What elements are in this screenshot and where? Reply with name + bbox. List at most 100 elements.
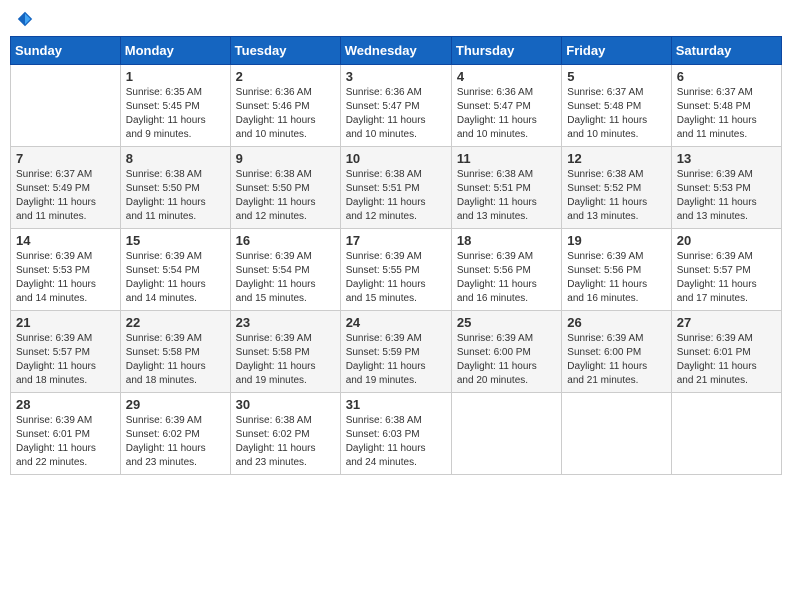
day-number: 23 <box>236 315 335 330</box>
day-number: 7 <box>16 151 115 166</box>
day-info: Sunrise: 6:39 AM Sunset: 6:02 PM Dayligh… <box>126 414 225 470</box>
day-info: Sunrise: 6:39 AM Sunset: 5:53 PM Dayligh… <box>677 168 776 224</box>
calendar-week-row: 14 Sunrise: 6:39 AM Sunset: 5:53 PM Dayli… <box>11 229 782 311</box>
day-number: 5 <box>567 69 665 84</box>
calendar-cell: 7 Sunrise: 6:37 AM Sunset: 5:49 PM Daylig… <box>11 147 121 229</box>
calendar-cell: 22 Sunrise: 6:39 AM Sunset: 5:58 PM Dayli… <box>120 311 230 393</box>
calendar-cell: 9 Sunrise: 6:38 AM Sunset: 5:50 PM Daylig… <box>230 147 340 229</box>
day-info: Sunrise: 6:38 AM Sunset: 5:50 PM Dayligh… <box>236 168 335 224</box>
calendar-cell: 10 Sunrise: 6:38 AM Sunset: 5:51 PM Dayli… <box>340 147 451 229</box>
day-info: Sunrise: 6:38 AM Sunset: 6:03 PM Dayligh… <box>346 414 446 470</box>
calendar-cell: 24 Sunrise: 6:39 AM Sunset: 5:59 PM Dayli… <box>340 311 451 393</box>
day-number: 26 <box>567 315 665 330</box>
day-number: 6 <box>677 69 776 84</box>
calendar-cell: 18 Sunrise: 6:39 AM Sunset: 5:56 PM Dayli… <box>451 229 561 311</box>
calendar-week-row: 7 Sunrise: 6:37 AM Sunset: 5:49 PM Daylig… <box>11 147 782 229</box>
day-number: 22 <box>126 315 225 330</box>
day-number: 4 <box>457 69 556 84</box>
page-header <box>10 10 782 28</box>
calendar-cell: 14 Sunrise: 6:39 AM Sunset: 5:53 PM Dayli… <box>11 229 121 311</box>
calendar-header-row: SundayMondayTuesdayWednesdayThursdayFrid… <box>11 37 782 65</box>
day-info: Sunrise: 6:39 AM Sunset: 5:57 PM Dayligh… <box>16 332 115 388</box>
calendar-cell: 2Sunrise: 6:36 AM Sunset: 5:46 PM Daylig… <box>230 65 340 147</box>
day-info: Sunrise: 6:39 AM Sunset: 5:56 PM Dayligh… <box>457 250 556 306</box>
calendar-cell: 25Sunrise: 6:39 AM Sunset: 6:00 PM Dayli… <box>451 311 561 393</box>
logo-icon <box>16 10 34 28</box>
calendar-cell: 4 Sunrise: 6:36 AM Sunset: 5:47 PM Daylig… <box>451 65 561 147</box>
day-number: 21 <box>16 315 115 330</box>
day-info: Sunrise: 6:39 AM Sunset: 6:01 PM Dayligh… <box>677 332 776 388</box>
day-info: Sunrise: 6:39 AM Sunset: 5:58 PM Dayligh… <box>126 332 225 388</box>
day-number: 3 <box>346 69 446 84</box>
calendar-cell <box>11 65 121 147</box>
calendar-cell: 13 Sunrise: 6:39 AM Sunset: 5:53 PM Dayli… <box>671 147 781 229</box>
day-number: 30 <box>236 397 335 412</box>
day-info: Sunrise: 6:38 AM Sunset: 5:52 PM Dayligh… <box>567 168 665 224</box>
day-info: Sunrise: 6:39 AM Sunset: 6:00 PM Dayligh… <box>457 332 556 388</box>
day-number: 15 <box>126 233 225 248</box>
day-info: Sunrise: 6:39 AM Sunset: 5:55 PM Dayligh… <box>346 250 446 306</box>
day-info: Sunrise: 6:39 AM Sunset: 6:00 PM Dayligh… <box>567 332 665 388</box>
day-number: 12 <box>567 151 665 166</box>
calendar-week-row: 1 Sunrise: 6:35 AM Sunset: 5:45 PM Daylig… <box>11 65 782 147</box>
calendar-cell <box>451 393 561 475</box>
calendar-cell <box>562 393 671 475</box>
day-info: Sunrise: 6:38 AM Sunset: 5:51 PM Dayligh… <box>346 168 446 224</box>
calendar-cell: 5 Sunrise: 6:37 AM Sunset: 5:48 PM Daylig… <box>562 65 671 147</box>
day-info: Sunrise: 6:38 AM Sunset: 5:50 PM Dayligh… <box>126 168 225 224</box>
day-info: Sunrise: 6:38 AM Sunset: 5:51 PM Dayligh… <box>457 168 556 224</box>
day-number: 1 <box>126 69 225 84</box>
day-number: 29 <box>126 397 225 412</box>
calendar-cell: 8 Sunrise: 6:38 AM Sunset: 5:50 PM Daylig… <box>120 147 230 229</box>
calendar-cell: 23 Sunrise: 6:39 AM Sunset: 5:58 PM Dayli… <box>230 311 340 393</box>
logo <box>14 10 34 28</box>
day-info: Sunrise: 6:37 AM Sunset: 5:49 PM Dayligh… <box>16 168 115 224</box>
calendar-cell: 1 Sunrise: 6:35 AM Sunset: 5:45 PM Daylig… <box>120 65 230 147</box>
day-info: Sunrise: 6:37 AM Sunset: 5:48 PM Dayligh… <box>567 86 665 142</box>
calendar-cell: 30Sunrise: 6:38 AM Sunset: 6:02 PM Dayli… <box>230 393 340 475</box>
day-number: 14 <box>16 233 115 248</box>
calendar-day-header: Thursday <box>451 37 561 65</box>
calendar-cell: 28 Sunrise: 6:39 AM Sunset: 6:01 PM Dayli… <box>11 393 121 475</box>
day-info: Sunrise: 6:36 AM Sunset: 5:47 PM Dayligh… <box>457 86 556 142</box>
calendar-cell: 20Sunrise: 6:39 AM Sunset: 5:57 PM Dayli… <box>671 229 781 311</box>
calendar-day-header: Tuesday <box>230 37 340 65</box>
day-number: 28 <box>16 397 115 412</box>
calendar-day-header: Friday <box>562 37 671 65</box>
day-info: Sunrise: 6:36 AM Sunset: 5:47 PM Dayligh… <box>346 86 446 142</box>
calendar-cell: 27Sunrise: 6:39 AM Sunset: 6:01 PM Dayli… <box>671 311 781 393</box>
day-info: Sunrise: 6:39 AM Sunset: 5:59 PM Dayligh… <box>346 332 446 388</box>
calendar-cell <box>671 393 781 475</box>
day-number: 8 <box>126 151 225 166</box>
day-info: Sunrise: 6:39 AM Sunset: 5:58 PM Dayligh… <box>236 332 335 388</box>
day-info: Sunrise: 6:39 AM Sunset: 5:53 PM Dayligh… <box>16 250 115 306</box>
calendar-cell: 6 Sunrise: 6:37 AM Sunset: 5:48 PM Daylig… <box>671 65 781 147</box>
calendar-cell: 3 Sunrise: 6:36 AM Sunset: 5:47 PM Daylig… <box>340 65 451 147</box>
calendar-day-header: Sunday <box>11 37 121 65</box>
day-info: Sunrise: 6:35 AM Sunset: 5:45 PM Dayligh… <box>126 86 225 142</box>
calendar-cell: 31 Sunrise: 6:38 AM Sunset: 6:03 PM Dayli… <box>340 393 451 475</box>
day-number: 13 <box>677 151 776 166</box>
day-info: Sunrise: 6:39 AM Sunset: 6:01 PM Dayligh… <box>16 414 115 470</box>
calendar-cell: 26 Sunrise: 6:39 AM Sunset: 6:00 PM Dayli… <box>562 311 671 393</box>
day-number: 10 <box>346 151 446 166</box>
calendar-cell: 21 Sunrise: 6:39 AM Sunset: 5:57 PM Dayli… <box>11 311 121 393</box>
day-number: 18 <box>457 233 556 248</box>
day-number: 16 <box>236 233 335 248</box>
calendar-body: 1 Sunrise: 6:35 AM Sunset: 5:45 PM Daylig… <box>11 65 782 475</box>
day-number: 2 <box>236 69 335 84</box>
calendar-day-header: Saturday <box>671 37 781 65</box>
day-number: 24 <box>346 315 446 330</box>
day-info: Sunrise: 6:39 AM Sunset: 5:57 PM Dayligh… <box>677 250 776 306</box>
calendar-cell: 15 Sunrise: 6:39 AM Sunset: 5:54 PM Dayli… <box>120 229 230 311</box>
day-info: Sunrise: 6:39 AM Sunset: 5:54 PM Dayligh… <box>126 250 225 306</box>
calendar-cell: 11Sunrise: 6:38 AM Sunset: 5:51 PM Dayli… <box>451 147 561 229</box>
calendar-table: SundayMondayTuesdayWednesdayThursdayFrid… <box>10 36 782 475</box>
day-number: 19 <box>567 233 665 248</box>
day-number: 31 <box>346 397 446 412</box>
calendar-cell: 19Sunrise: 6:39 AM Sunset: 5:56 PM Dayli… <box>562 229 671 311</box>
day-info: Sunrise: 6:37 AM Sunset: 5:48 PM Dayligh… <box>677 86 776 142</box>
day-number: 9 <box>236 151 335 166</box>
calendar-week-row: 28 Sunrise: 6:39 AM Sunset: 6:01 PM Dayli… <box>11 393 782 475</box>
calendar-day-header: Wednesday <box>340 37 451 65</box>
